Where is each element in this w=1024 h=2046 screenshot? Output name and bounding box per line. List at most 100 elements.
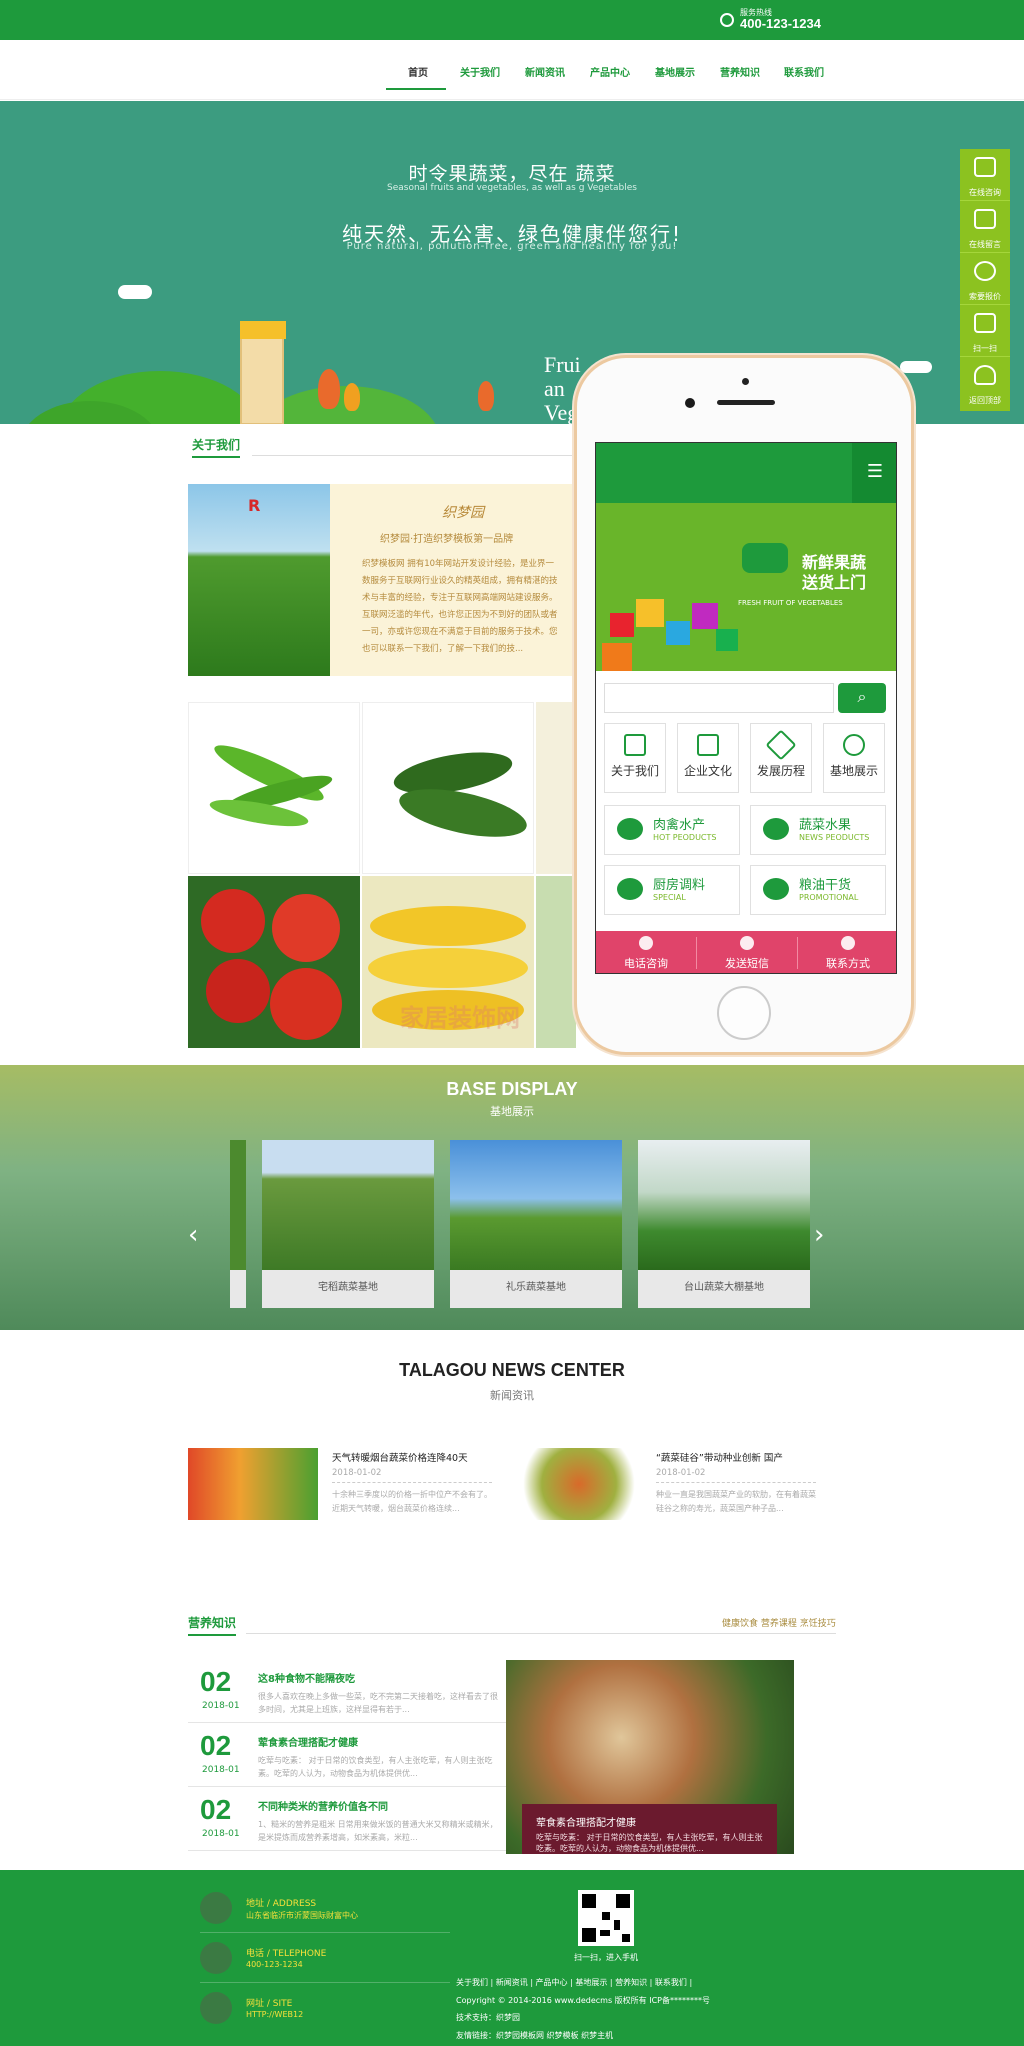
sms-button[interactable]: 发送短信: [697, 931, 797, 973]
document-icon: [624, 734, 646, 756]
base-card-3[interactable]: 台山蔬菜大棚基地: [638, 1140, 810, 1308]
lightbulb-icon: [843, 734, 865, 756]
peas-image: [209, 745, 333, 827]
nutrition-tags[interactable]: 健康饮食 营养课程 烹饪技巧: [722, 1616, 836, 1629]
wheat-icon: [763, 878, 789, 900]
company-logo: R: [248, 496, 261, 515]
mobile-nav-base[interactable]: 基地展示: [823, 723, 885, 793]
side-leave-message[interactable]: 在线留言: [960, 201, 1010, 253]
qrcode-image: [578, 1890, 634, 1946]
base-card-partial[interactable]: [230, 1140, 246, 1308]
news-divider: [332, 1482, 492, 1483]
about-photo: R: [188, 484, 330, 676]
nutrition-item-title: 不同种类米的营养价值各不同: [258, 1802, 388, 1813]
headset-icon: [974, 261, 996, 281]
base-photo: [638, 1140, 810, 1270]
mobile-banner[interactable]: 新鲜果蔬 送货上门 FRESH FRUIT OF VEGETABLES: [596, 503, 896, 671]
product-cucumber[interactable]: [362, 702, 534, 874]
rocket-icon: [974, 365, 996, 385]
phone-mockup: ☰ 新鲜果蔬 送货上门 FRESH FRUIT OF VEGETABLES ⌕ …: [574, 355, 914, 1055]
hero-slogan-en: Pure natural, pollution-free, green and …: [346, 241, 678, 252]
search-icon[interactable]: ⌕: [838, 683, 886, 713]
base-display-section: BASE DISPLAY 基地展示 ‹ › 宅稻蔬菜基地 礼乐蔬菜基地 台山蔬菜…: [0, 1065, 1024, 1330]
fish-icon: [617, 818, 643, 840]
address-value: 山东省临沂市沂蒙国际财富中心: [246, 1911, 358, 1920]
footer-friend-links[interactable]: 友情链接：织梦园模板网 织梦模板 织梦主机: [456, 2030, 613, 2041]
phone-screen: ☰ 新鲜果蔬 送货上门 FRESH FRUIT OF VEGETABLES ⌕ …: [595, 442, 897, 974]
product-tomato[interactable]: [188, 876, 360, 1048]
phone-label: 电话 / TELEPHONE: [246, 1949, 327, 1959]
next-arrow-icon[interactable]: ›: [814, 1220, 824, 1250]
site-value: HTTP://WEB12: [246, 2010, 304, 2019]
hotline-number: 400-123-1234: [740, 16, 821, 31]
truck-icon: [742, 543, 788, 573]
nav-item-base[interactable]: 基地展示: [655, 64, 695, 79]
tree-icon: [318, 369, 340, 409]
nutrition-item[interactable]: 02 2018-01 不同种类米的营养价值各不同 1、糙米的营养是粗米 日常用来…: [188, 1788, 506, 1851]
base-card-1[interactable]: 宅稻蔬菜基地: [262, 1140, 434, 1308]
mobile-cat-grain[interactable]: 粮油干货 PROMOTIONAL: [750, 865, 886, 915]
qrcode-icon: [974, 313, 996, 333]
section-divider: [246, 1633, 836, 1634]
site-label: 网址 / SITE: [246, 1999, 293, 2009]
nav-item-contact[interactable]: 联系我们: [784, 64, 824, 79]
footer-links[interactable]: 关于我们 | 新闻资讯 | 产品中心 | 基地展示 | 营养知识 | 联系我们 …: [456, 1977, 692, 1988]
base-photo: [262, 1140, 434, 1270]
news-headline[interactable]: 天气转暖烟台蔬菜价格连降40天: [332, 1450, 468, 1464]
contact-button[interactable]: 联系方式: [798, 931, 896, 973]
cloud-icon: [900, 361, 932, 373]
news-date: 2018-01-02: [332, 1468, 382, 1478]
news-image[interactable]: [188, 1448, 318, 1520]
mobile-nav-culture[interactable]: 企业文化: [677, 723, 739, 793]
news-summary: 种业一直是我国蔬菜产业的软肋，在有着蔬菜硅谷之称的寿光，蔬菜国产种子品...: [656, 1490, 816, 1513]
mobile-nav-about[interactable]: 关于我们: [604, 723, 666, 793]
phone-icon: [720, 12, 734, 27]
brand-script: 织梦园: [442, 506, 484, 521]
nav-item-nutrition[interactable]: 营养知识: [720, 64, 760, 79]
side-back-to-top[interactable]: 返回顶部: [960, 357, 1010, 409]
nutrition-item[interactable]: 02 2018-01 荤食素合理搭配才健康 吃荤与吃素： 对于日常的饮食类型，有…: [188, 1724, 506, 1787]
main-nav: 首页 关于我们 新闻资讯 产品中心 基地展示 营养知识 联系我们: [0, 40, 1024, 100]
nutrition-item-text: 很多人喜欢在晚上多做一些菜，吃不完第二天接着吃，这样看去了很多时间，尤其是上班族…: [258, 1692, 498, 1714]
hamburger-menu-icon[interactable]: ☰: [852, 443, 896, 503]
product-cabbage[interactable]: [536, 702, 576, 874]
mobile-cat-meat[interactable]: 肉禽水产 HOT PEODUCTS: [604, 805, 740, 855]
nav-item-home[interactable]: 首页: [408, 64, 428, 79]
about-section-title: 关于我们: [192, 436, 241, 458]
news-headline[interactable]: “蔬菜硅谷”带动种业创新 国产: [656, 1450, 783, 1464]
banner-title: 新鲜果蔬 送货上门: [802, 553, 867, 592]
nav-active-indicator: [386, 88, 446, 90]
side-scan-qr[interactable]: 扫一扫: [960, 305, 1010, 357]
location-icon: [841, 936, 855, 950]
mobile-search-input[interactable]: [604, 683, 834, 713]
phone-value: 400-123-1234: [246, 1960, 303, 1969]
phone-sensor: [742, 378, 749, 385]
prev-arrow-icon[interactable]: ‹: [188, 1220, 198, 1250]
globe-icon: [200, 1992, 232, 2024]
product-tomato-2[interactable]: [536, 876, 576, 1048]
mushroom-icon: [617, 878, 643, 900]
nav-item-news[interactable]: 新闻资讯: [525, 64, 565, 79]
news-divider: [656, 1482, 816, 1483]
mobile-nav-history[interactable]: 发展历程: [750, 723, 812, 793]
news-image[interactable]: [514, 1448, 644, 1520]
base-card-caption: 台山蔬菜大棚基地: [684, 1282, 764, 1293]
nutrition-item-text: 1、糙米的营养是粗米 日常用来做米饭的普通大米又称精米或精米，是米提炼而成营养素…: [258, 1820, 498, 1842]
location-pin-icon: [200, 1892, 232, 1924]
about-heading: 织梦园·打造织梦模板第一品牌: [380, 534, 514, 545]
base-photo: [450, 1140, 622, 1270]
hero-subtitle: Seasonal fruits and vegetables, as well …: [387, 183, 637, 193]
nav-item-about[interactable]: 关于我们: [460, 64, 500, 79]
base-card-2[interactable]: 礼乐蔬菜基地: [450, 1140, 622, 1308]
nutrition-caption[interactable]: 荤食素合理搭配才健康 吃荤与吃素： 对于日常的饮食类型，有人主张吃荤，有人则主张…: [522, 1804, 777, 1854]
product-peas[interactable]: [188, 702, 360, 874]
mobile-cat-veg[interactable]: 蔬菜水果 NEWS PEODUCTS: [750, 805, 886, 855]
nav-item-products[interactable]: 产品中心: [590, 64, 630, 79]
call-button[interactable]: 电话咨询: [596, 931, 696, 973]
phone-speaker: [717, 400, 775, 405]
cloud-icon: [118, 285, 152, 299]
nutrition-item[interactable]: 02 2018-01 这8种食物不能隔夜吃 很多人喜欢在晚上多做一些菜，吃不完第…: [188, 1660, 506, 1723]
side-online-chat[interactable]: 在线咨询: [960, 149, 1010, 201]
side-request-quote[interactable]: 索要报价: [960, 253, 1010, 305]
mobile-cat-seasoning[interactable]: 厨房调料 SPECIAL: [604, 865, 740, 915]
